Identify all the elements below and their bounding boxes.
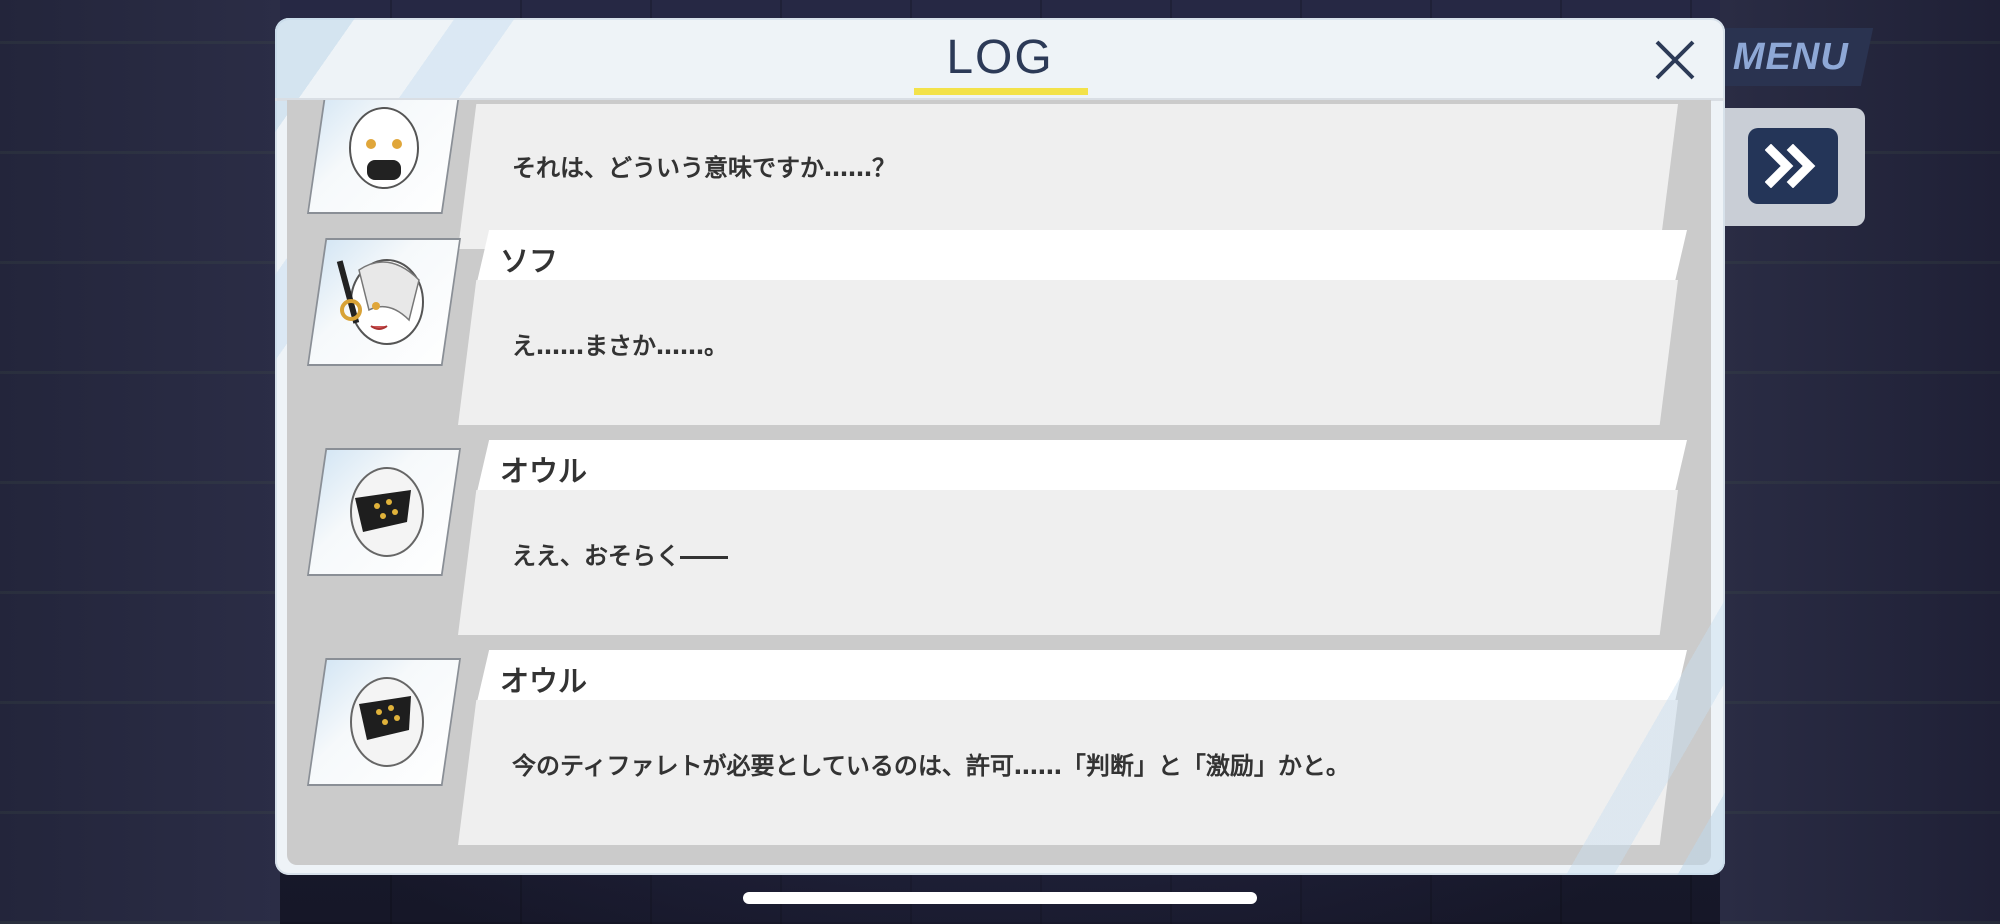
close-button[interactable] bbox=[1645, 30, 1705, 90]
speaker-name-box bbox=[477, 650, 1687, 702]
speaker-name-box bbox=[477, 230, 1687, 282]
menu-button[interactable]: MENU bbox=[1708, 28, 1874, 86]
message-text: え……まさか……。 bbox=[512, 332, 728, 360]
bubble-tail bbox=[469, 164, 485, 192]
message-text: ええ、おそらく―― bbox=[512, 542, 728, 570]
home-indicator[interactable] bbox=[743, 892, 1257, 904]
log-header: LOG bbox=[275, 18, 1725, 101]
background-wall-left bbox=[0, 0, 280, 924]
log-entry: ソフ え……まさか……。 bbox=[287, 230, 1711, 430]
log-entry: それは、どういう意味ですか……？ bbox=[287, 100, 1711, 249]
bubble-tail bbox=[469, 340, 485, 368]
close-icon bbox=[1655, 40, 1695, 80]
message-text: それは、どういう意味ですか……？ bbox=[512, 154, 896, 182]
girl-with-headphones-avatar bbox=[309, 240, 459, 364]
speaker-name: オウル bbox=[500, 664, 588, 698]
avatar-portrait bbox=[349, 107, 419, 189]
speaker-name: オウル bbox=[500, 454, 588, 488]
log-entry: オウル 今のティファレトが必要としているのは、許可……「判断」と「激励」かと。 bbox=[287, 650, 1711, 850]
log-entry-list[interactable]: それは、どういう意味ですか……？ ソフ え……まさか……。 オウル ええ、おそら… bbox=[287, 100, 1711, 865]
title-underline bbox=[914, 88, 1088, 95]
girl-with-visor-avatar bbox=[309, 660, 459, 784]
girl-with-visor-avatar bbox=[309, 450, 459, 574]
bubble-tail bbox=[469, 550, 485, 578]
speaker-name-box bbox=[477, 440, 1687, 492]
girl-with-mask-avatar bbox=[309, 100, 459, 212]
log-entry: オウル ええ、おそらく―― bbox=[287, 440, 1711, 640]
menu-button-label: MENU bbox=[1733, 35, 1849, 78]
fast-forward-button[interactable] bbox=[1748, 128, 1838, 204]
avatar-portrait bbox=[350, 677, 424, 767]
log-window: LOG それは、どういう意味ですか……？ ソフ え……まさか……。 オウル ええ… bbox=[275, 18, 1725, 875]
double-chevron-right-icon bbox=[1765, 144, 1816, 188]
speaker-name: ソフ bbox=[500, 244, 559, 278]
avatar-portrait bbox=[350, 467, 424, 557]
bubble-tail bbox=[469, 760, 485, 788]
avatar-portrait bbox=[336, 259, 424, 345]
log-title: LOG bbox=[946, 31, 1054, 84]
message-text: 今のティファレトが必要としているのは、許可……「判断」と「激励」かと。 bbox=[512, 752, 1350, 780]
